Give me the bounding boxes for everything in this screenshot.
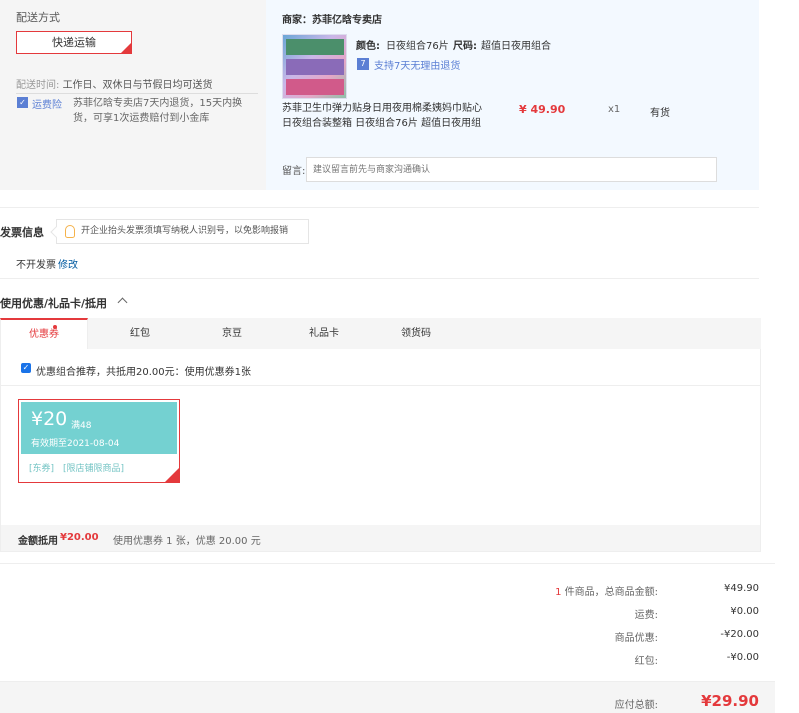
shipping-method-label: 快递运输 bbox=[52, 36, 96, 49]
invoice-status: 不开发票 bbox=[16, 260, 56, 271]
payment-total-bar bbox=[0, 681, 775, 713]
invoice-tip-text: 开企业抬头发票须填写纳税人识别号，以免影响报销 bbox=[81, 226, 289, 236]
coupon-tabs: 优惠券 红包 京豆 礼品卡 领货码 bbox=[0, 318, 761, 349]
payment-total-value: ¥29.90 bbox=[701, 692, 759, 710]
color-value: 日夜组合76片 bbox=[386, 41, 449, 52]
notification-dot bbox=[53, 325, 57, 329]
divider bbox=[1, 385, 760, 386]
goods-count-suffix: 件商品，总商品金额: bbox=[561, 587, 658, 598]
payment-total-label: 应付总额: bbox=[614, 700, 658, 711]
product-price: ¥ 49.90 bbox=[519, 103, 566, 116]
coupon-summary-label: 金额抵用 bbox=[18, 536, 58, 547]
discount-value: -¥20.00 bbox=[720, 629, 759, 640]
message-label: 留言: bbox=[282, 166, 306, 177]
shipping-fee-value: ¥0.00 bbox=[730, 606, 759, 617]
shipping-time-label: 配送时间: bbox=[16, 80, 60, 91]
divider bbox=[0, 563, 775, 564]
invoice-edit-link[interactable]: 修改 bbox=[58, 256, 78, 271]
coupon-summary-desc: 使用优惠券 1 张，优惠 20.00 元 bbox=[113, 536, 261, 547]
divider bbox=[16, 93, 258, 94]
shipping-title: 配送方式 bbox=[16, 11, 60, 24]
size-label: 尺码: bbox=[453, 41, 477, 52]
shipping-time: 配送时间: 工作日、双休日与节假日均可送货 bbox=[16, 76, 213, 91]
coupon-recommend: 优惠组合推荐，共抵用20.00元：使用优惠券1张 bbox=[36, 367, 251, 378]
coupon-tag: [东券] bbox=[29, 464, 55, 474]
lightbulb-icon bbox=[65, 225, 75, 238]
invoice-title: 发票信息 bbox=[0, 226, 44, 239]
insurance-label[interactable]: 运费险 bbox=[32, 96, 62, 111]
redpacket-label: 红包: bbox=[634, 656, 658, 667]
invoice-tip: 开企业抬头发票须填写纳税人识别号，以免影响报销 bbox=[50, 219, 309, 244]
shop-name[interactable]: 商家：苏菲亿晗专卖店 bbox=[282, 11, 382, 26]
tab-pickup-code[interactable]: 领货码 bbox=[376, 318, 456, 349]
product-qty: x1 bbox=[608, 104, 621, 115]
coupon-condition: 满48 bbox=[71, 421, 92, 431]
product-name[interactable]: 苏菲卫生巾弹力贴身日用夜用棉柔姨妈巾贴心日夜组合装整箱 日夜组合76片 超值日夜… bbox=[282, 101, 482, 131]
selected-check-icon bbox=[121, 43, 131, 53]
coupon-card-top: ¥20 满48 有效期至2021-08-04 bbox=[21, 402, 177, 454]
return-policy-link[interactable]: 支持7天无理由退货 bbox=[374, 57, 460, 72]
checkbox-checked-icon[interactable]: ✓ bbox=[21, 363, 31, 373]
tab-coupon[interactable]: 优惠券 bbox=[0, 318, 88, 349]
redpacket-value: -¥0.00 bbox=[726, 652, 759, 663]
divider bbox=[0, 207, 759, 208]
goods-total-value: ¥49.90 bbox=[724, 583, 759, 594]
product-image[interactable] bbox=[282, 34, 347, 99]
shipping-method-button[interactable]: 快递运输 bbox=[16, 31, 132, 54]
coupon-summary-value: ¥20.00 bbox=[60, 532, 99, 543]
chevron-up-icon[interactable] bbox=[117, 297, 128, 308]
seven-day-return-icon: 7 bbox=[357, 58, 369, 70]
shield-icon: ✓ bbox=[17, 97, 28, 108]
coupon-section-title[interactable]: 使用优惠/礼品卡/抵用 bbox=[0, 295, 107, 311]
message-input[interactable] bbox=[306, 157, 717, 182]
product-stock: 有货 bbox=[650, 108, 670, 119]
tab-label: 优惠券 bbox=[29, 329, 59, 340]
shipping-fee-label: 运费: bbox=[634, 610, 658, 621]
coupon-amount: ¥20 bbox=[31, 408, 68, 430]
insurance-desc: 苏菲亿晗专卖店7天内退货，15天内换货，可享1次运费赔付到小金库 bbox=[73, 98, 243, 124]
shipping-panel bbox=[0, 0, 266, 190]
coupon-card[interactable]: ¥20 满48 有效期至2021-08-04 [东券] [限店铺限商品] bbox=[18, 399, 180, 483]
divider bbox=[0, 278, 759, 279]
tab-redpacket[interactable]: 红包 bbox=[100, 318, 180, 349]
size-value: 超值日夜用组合 bbox=[481, 41, 551, 52]
selected-check-icon bbox=[165, 468, 179, 482]
coupon-tag: [限店铺限商品] bbox=[63, 464, 125, 474]
goods-total-label: 1 件商品，总商品金额: bbox=[555, 583, 658, 598]
discount-label: 商品优惠: bbox=[614, 633, 658, 644]
tab-giftcard[interactable]: 礼品卡 bbox=[284, 318, 364, 349]
tab-jingdou[interactable]: 京豆 bbox=[192, 318, 272, 349]
shipping-time-value: 工作日、双休日与节假日均可送货 bbox=[62, 80, 213, 91]
color-label: 颜色: bbox=[356, 41, 380, 52]
coupon-expiry: 有效期至2021-08-04 bbox=[31, 439, 120, 449]
